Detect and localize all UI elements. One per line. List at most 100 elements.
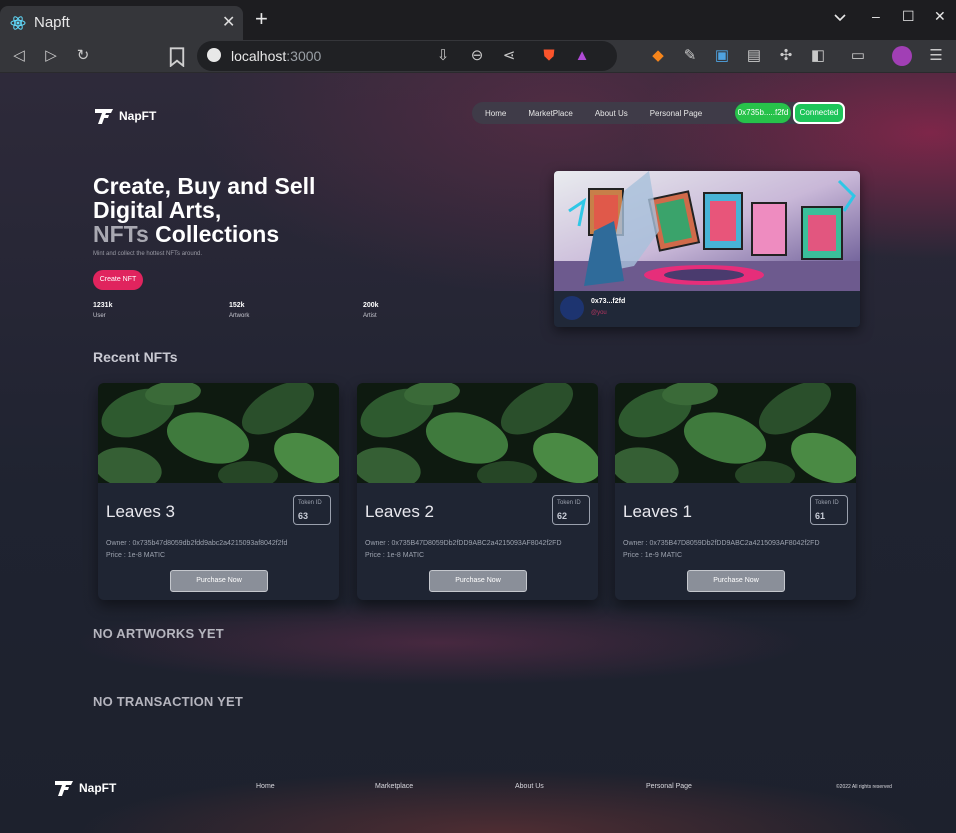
- nft-card[interactable]: Leaves 3 Token ID 63 Owner : 0x735b47d80…: [98, 383, 339, 600]
- bookmark-icon[interactable]: [167, 47, 187, 67]
- brand-name: NapFT: [79, 781, 117, 795]
- token-id-label: Token ID: [815, 500, 839, 506]
- react-icon: [10, 16, 26, 30]
- nft-owner: Owner : 0x735B47D8059Db2fDD9ABC2a4215093…: [365, 540, 562, 547]
- nav-marketplace[interactable]: MarketPlace: [517, 109, 583, 118]
- save-icon[interactable]: ▣: [712, 46, 732, 66]
- nft-card[interactable]: Leaves 2 Token ID 62 Owner : 0x735B47D80…: [357, 383, 598, 600]
- card-icon[interactable]: ▤: [744, 46, 764, 66]
- wallet-icon[interactable]: ▭: [848, 46, 868, 66]
- nav-about-us[interactable]: About Us: [584, 109, 639, 118]
- token-id-label: Token ID: [557, 500, 581, 506]
- hero-title: Create, Buy and Sell Digital Arts, NFTs …: [93, 174, 315, 246]
- featured-nft-image: [554, 171, 860, 291]
- nft-owner: Owner : 0x735b47d8059db2fdd9abc2a4215093…: [106, 540, 288, 547]
- browser-tab[interactable]: Napft ✕: [0, 6, 243, 40]
- metamask-icon[interactable]: ◆: [648, 46, 668, 66]
- stat-label: Artwork: [229, 313, 250, 319]
- reload-icon[interactable]: ↻: [73, 46, 93, 66]
- purchase-now-button[interactable]: Purchase Now: [687, 570, 785, 592]
- nft-price: Price : 1e-8 MATIC: [365, 552, 424, 559]
- download-icon[interactable]: ⇩: [433, 46, 453, 66]
- address-bar[interactable]: localhost:3000 ⇩ ⊖ ⋖ ⛊ ▲: [197, 41, 617, 71]
- hero-nfts-word: NFTs: [93, 221, 149, 247]
- menu-icon[interactable]: ☰: [926, 46, 946, 66]
- footer-link-personal-page[interactable]: Personal Page: [646, 783, 692, 790]
- nav-personal-page[interactable]: Personal Page: [639, 109, 713, 118]
- zoom-icon[interactable]: ⊖: [467, 46, 487, 66]
- sidebar-icon[interactable]: ◧: [808, 46, 828, 66]
- stat-artwork: 152k Artwork: [229, 302, 249, 319]
- stat-value: 1231k: [93, 302, 113, 309]
- nft-price: Price : 1e-8 MATIC: [106, 552, 165, 559]
- new-tab-button[interactable]: +: [255, 8, 268, 30]
- stat-users: 1231k User: [93, 302, 112, 319]
- footer-link-marketplace[interactable]: Marketplace: [375, 783, 413, 790]
- nft-price: Price : 1e-9 MATIC: [623, 552, 682, 559]
- nft-leaves-image: [357, 383, 598, 483]
- stat-artist: 200k Artist: [363, 302, 379, 319]
- tab-close-icon[interactable]: ✕: [222, 12, 235, 32]
- brand-name: NapFT: [119, 109, 157, 123]
- purchase-now-button[interactable]: Purchase Now: [429, 570, 527, 592]
- featured-nft-card[interactable]: 0x73...f2fd @you: [554, 171, 860, 327]
- hero-subtitle: Mint and collect the hottest NFTs around…: [93, 251, 203, 257]
- stat-label: Artist: [363, 313, 377, 319]
- nft-name: Leaves 3: [106, 502, 175, 521]
- nft-name: Leaves 1: [623, 502, 692, 521]
- token-id-badge: Token ID 61: [810, 495, 848, 525]
- share-icon[interactable]: ⋖: [499, 46, 519, 66]
- purchase-now-button[interactable]: Purchase Now: [170, 570, 268, 592]
- minimize-button[interactable]: –: [872, 8, 880, 24]
- owner-avatar: [560, 296, 584, 320]
- back-icon[interactable]: ◁: [9, 46, 29, 66]
- site-info-icon[interactable]: [207, 48, 221, 62]
- brave-shield-icon[interactable]: ⛊: [539, 46, 559, 66]
- napft-logo-icon: [95, 109, 113, 124]
- maximize-button[interactable]: ☐: [902, 8, 915, 25]
- recent-nfts-title: Recent NFTs: [93, 349, 178, 365]
- hero-line-3: NFTs Collections: [93, 222, 315, 246]
- extensions-icon[interactable]: ✣: [776, 46, 796, 66]
- token-id-value: 63: [298, 511, 309, 521]
- url-text: localhost:3000: [231, 48, 322, 64]
- nft-owner: Owner : 0x735B47D8059Db2fDD9ABC2a4215093…: [623, 540, 820, 547]
- close-window-button[interactable]: ✕: [934, 8, 946, 25]
- napft-logo-icon: [55, 781, 73, 796]
- footer-link-about-us[interactable]: About Us: [515, 783, 544, 790]
- nft-card[interactable]: Leaves 1 Token ID 61 Owner : 0x735B47D80…: [615, 383, 856, 600]
- browser-tab-bar: Napft ✕ + – ☐ ✕: [0, 0, 956, 40]
- token-id-value: 61: [815, 511, 826, 521]
- token-id-label: Token ID: [298, 500, 322, 506]
- footer-logo[interactable]: NapFT: [53, 778, 116, 798]
- create-nft-button[interactable]: Create NFT: [93, 270, 143, 290]
- nav-home[interactable]: Home: [474, 109, 517, 118]
- featured-owner: 0x73...f2fd: [591, 298, 626, 305]
- browser-toolbar: ◁ ▷ ↻ localhost:3000 ⇩ ⊖ ⋖ ⛊ ▲ ◆ ✎ ▣ ▤ ✣…: [0, 40, 956, 73]
- page: NapFT Home MarketPlace About Us Personal…: [0, 73, 956, 833]
- connected-button[interactable]: Connected: [793, 102, 845, 124]
- stat-value: 200k: [363, 302, 379, 309]
- token-id-badge: Token ID 63: [293, 495, 331, 525]
- tab-search-chevron-icon[interactable]: [834, 13, 846, 23]
- profile-avatar[interactable]: [892, 46, 912, 66]
- nft-leaves-image: [98, 383, 339, 483]
- artworks-empty-title: NO ARTWORKS YET: [93, 626, 224, 641]
- stat-label: User: [93, 313, 106, 319]
- main-nav: Home MarketPlace About Us Personal Page …: [472, 102, 845, 124]
- header-logo[interactable]: NapFT: [93, 106, 156, 126]
- brave-rewards-icon[interactable]: ▲: [572, 46, 592, 66]
- eyedropper-icon[interactable]: ✎: [680, 46, 700, 66]
- stat-value: 152k: [229, 302, 245, 309]
- hero-line-2: Digital Arts,: [93, 197, 222, 223]
- footer-copyright: ©2022 All rights reserved: [836, 784, 892, 790]
- nft-leaves-image: [615, 383, 856, 483]
- hero-collections-word: Collections: [148, 221, 280, 247]
- forward-icon[interactable]: ▷: [41, 46, 61, 66]
- wallet-address-button[interactable]: 0x735b.....f2fd: [735, 103, 791, 123]
- footer-link-home[interactable]: Home: [256, 783, 275, 790]
- transactions-empty-title: NO TRANSACTION YET: [93, 694, 243, 709]
- tab-title: Napft: [34, 14, 70, 31]
- featured-handle[interactable]: @you: [591, 310, 607, 316]
- token-id-value: 62: [557, 511, 568, 521]
